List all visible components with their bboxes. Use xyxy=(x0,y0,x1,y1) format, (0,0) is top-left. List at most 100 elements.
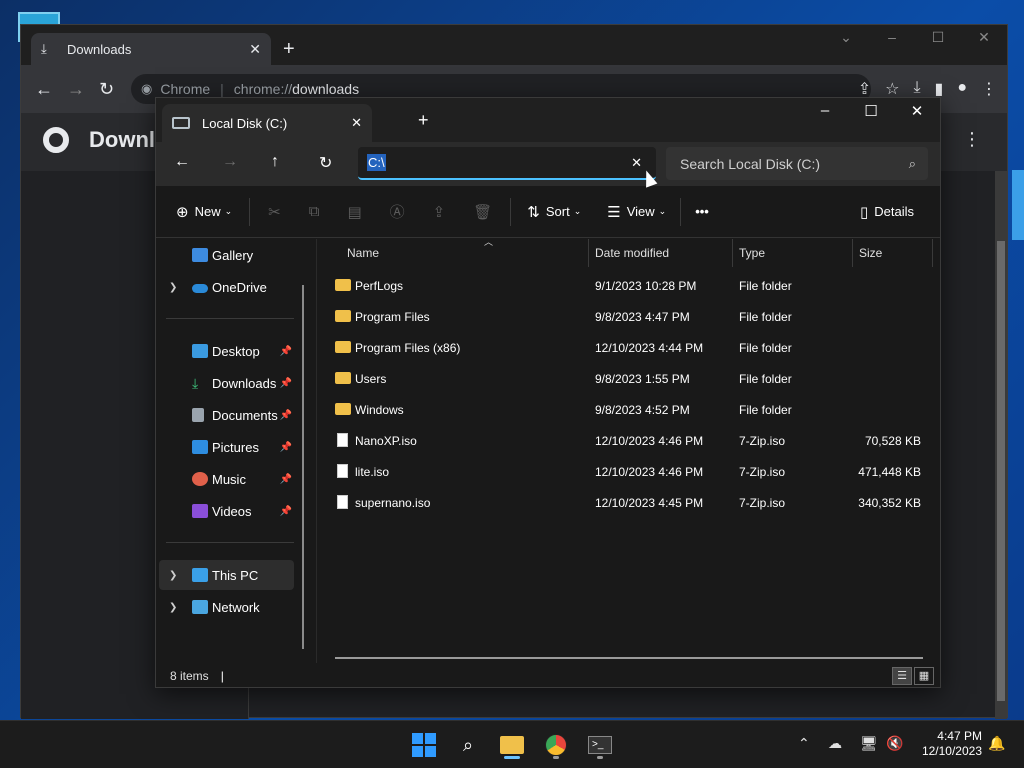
active-indicator xyxy=(504,756,520,759)
chevron-up-icon[interactable]: ⌃ xyxy=(798,735,810,752)
clipboard-icon: ▤ xyxy=(347,203,362,221)
address-input[interactable]: C:\ xyxy=(367,154,386,171)
sidebar-item-this-pc[interactable]: ❯ This PC xyxy=(159,560,294,590)
sidebar-scrollbar[interactable] xyxy=(302,285,304,649)
back-arrow-icon[interactable]: ← xyxy=(35,79,53,100)
view-button[interactable]: ☰ View ⌄ xyxy=(607,203,666,221)
file-row[interactable]: Users 9/8/2023 1:55 PM File folder xyxy=(325,363,935,394)
notification-bell-icon[interactable]: 🔔 xyxy=(988,735,1005,752)
file-row[interactable]: Program Files 9/8/2023 4:47 PM File fold… xyxy=(325,301,935,332)
file-date: 12/10/2023 4:44 PM xyxy=(595,341,704,355)
file-type: File folder xyxy=(739,341,792,355)
onedrive-icon[interactable]: ☁ xyxy=(828,735,842,752)
maximize-button[interactable]: ☐ xyxy=(915,29,961,46)
sidebar-item-downloads[interactable]: ⤓ Downloads 📌 xyxy=(159,368,294,398)
sidebar-item-videos[interactable]: Videos 📌 xyxy=(159,496,294,526)
close-button[interactable]: ✕ xyxy=(961,29,1007,46)
reload-icon[interactable]: ↻ xyxy=(99,79,114,100)
chrome-logo-icon xyxy=(545,734,567,756)
share-icon[interactable]: ⇪ xyxy=(858,79,871,99)
file-row[interactable]: NanoXP.iso 12/10/2023 4:46 PM 7-Zip.iso … xyxy=(325,425,935,456)
sidebar-item-pictures[interactable]: Pictures 📌 xyxy=(159,432,294,462)
chevron-right-icon[interactable]: ❯ xyxy=(169,282,177,293)
paste-button[interactable]: ▤ xyxy=(347,203,367,221)
bookmark-star-icon[interactable]: ☆ xyxy=(885,79,899,99)
download-icon[interactable]: ⤓ xyxy=(913,79,920,99)
pin-icon[interactable]: 📌 xyxy=(280,442,292,453)
sort-button[interactable]: ⇅ Sort ⌄ xyxy=(527,203,581,221)
column-header-label: Date modified xyxy=(595,246,670,260)
sidebar-item-onedrive[interactable]: ❯ OneDrive xyxy=(159,272,294,302)
pin-icon[interactable]: 📌 xyxy=(280,346,292,357)
back-arrow-icon[interactable]: ← xyxy=(174,153,190,171)
file-row[interactable]: Windows 9/8/2023 4:52 PM File folder xyxy=(325,394,935,425)
minimize-button[interactable]: – xyxy=(869,29,915,46)
cut-button[interactable]: ✂ xyxy=(268,203,287,221)
address-bar[interactable]: C:\ ✕ xyxy=(358,147,656,180)
sidebar-item-label: Documents xyxy=(212,407,278,423)
sidebar-item-music[interactable]: Music 📌 xyxy=(159,464,294,494)
new-tab-button[interactable]: + xyxy=(418,110,429,131)
close-button[interactable]: ✕ xyxy=(894,102,940,120)
file-row[interactable]: PerfLogs 9/1/2023 10:28 PM File folder xyxy=(325,270,935,301)
more-options-button[interactable]: ••• xyxy=(695,204,709,219)
start-button[interactable] xyxy=(410,731,438,759)
desktop-accent-strip xyxy=(1012,170,1024,240)
maximize-button[interactable]: ☐ xyxy=(848,102,894,120)
forward-arrow-icon[interactable]: → xyxy=(222,153,238,171)
column-header-size[interactable]: Size xyxy=(853,239,933,267)
chrome-taskbar-button[interactable] xyxy=(542,731,570,759)
sidebar-item-documents[interactable]: Documents 📌 xyxy=(159,400,294,430)
profile-icon[interactable]: ● xyxy=(957,79,967,99)
pin-icon[interactable]: 📌 xyxy=(280,506,292,517)
terminal-taskbar-button[interactable]: >_ xyxy=(586,731,614,759)
copy-icon: ⧉ xyxy=(308,203,320,220)
details-view-icon[interactable]: ☰ xyxy=(892,667,912,685)
clear-address-icon[interactable]: ✕ xyxy=(631,155,642,171)
horizontal-scrollbar[interactable] xyxy=(335,657,923,659)
rename-button[interactable]: Ⓐ xyxy=(390,201,411,222)
menu-kebab-icon[interactable]: ⋮ xyxy=(981,79,997,99)
delete-button[interactable]: 🗑 xyxy=(473,203,498,221)
new-button[interactable]: ⊕ New ⌄ xyxy=(176,203,232,221)
clock[interactable]: 4:47 PM 12/10/2023 xyxy=(922,729,982,759)
column-header-name[interactable]: Name ︿ xyxy=(341,237,589,267)
column-header-type[interactable]: Type xyxy=(733,239,853,267)
chrome-tab-downloads[interactable]: ⤓ Downloads ✕ xyxy=(31,33,271,65)
file-row[interactable]: Program Files (x86) 12/10/2023 4:44 PM F… xyxy=(325,332,935,363)
forward-arrow-icon[interactable]: → xyxy=(67,79,85,100)
chevron-right-icon[interactable]: ❯ xyxy=(169,570,177,581)
chevron-right-icon[interactable]: ❯ xyxy=(169,602,177,613)
file-explorer-taskbar-button[interactable] xyxy=(498,731,526,759)
pin-icon[interactable]: 📌 xyxy=(280,474,292,485)
sidebar-item-gallery[interactable]: Gallery xyxy=(159,240,294,270)
chevron-down-icon[interactable]: ⌄ xyxy=(823,29,869,46)
close-tab-icon[interactable]: ✕ xyxy=(351,115,362,131)
chrome-scrollbar[interactable] xyxy=(995,171,1007,719)
tiles-view-icon[interactable]: ▦ xyxy=(914,667,934,685)
search-box[interactable]: Search Local Disk (C:) ⌕ xyxy=(666,147,928,180)
explorer-tab[interactable]: Local Disk (C:) ✕ xyxy=(162,104,372,142)
refresh-icon[interactable]: ↻ xyxy=(319,153,332,173)
speaker-muted-icon[interactable]: 🔇 xyxy=(886,735,903,752)
details-button[interactable]: ▯ Details xyxy=(860,203,914,221)
minimize-button[interactable]: – xyxy=(802,102,848,120)
pin-icon[interactable]: 📌 xyxy=(280,378,292,389)
close-tab-icon[interactable]: ✕ xyxy=(249,41,261,58)
file-row[interactable]: supernano.iso 12/10/2023 4:45 PM 7-Zip.i… xyxy=(325,487,935,518)
page-more-icon[interactable]: ⋮ xyxy=(963,129,981,150)
search-icon[interactable]: ⌕ xyxy=(454,731,482,759)
network-icon[interactable]: 🖥 xyxy=(860,735,878,752)
side-panel-icon[interactable]: ▮ xyxy=(935,79,944,99)
new-tab-button[interactable]: + xyxy=(283,38,295,61)
sidebar-item-network[interactable]: ❯ Network xyxy=(159,592,294,622)
scrollbar-thumb[interactable] xyxy=(997,241,1005,701)
column-header-date[interactable]: Date modified xyxy=(589,239,733,267)
sidebar-item-desktop[interactable]: Desktop 📌 xyxy=(159,336,294,366)
up-arrow-icon[interactable]: ↑ xyxy=(271,153,279,171)
share-button[interactable]: ⇪ xyxy=(433,203,452,221)
search-input[interactable]: Search Local Disk (C:) xyxy=(680,156,820,172)
copy-button[interactable]: ⧉ xyxy=(309,203,326,220)
pin-icon[interactable]: 📌 xyxy=(280,410,292,421)
file-row[interactable]: lite.iso 12/10/2023 4:46 PM 7-Zip.iso 47… xyxy=(325,456,935,487)
